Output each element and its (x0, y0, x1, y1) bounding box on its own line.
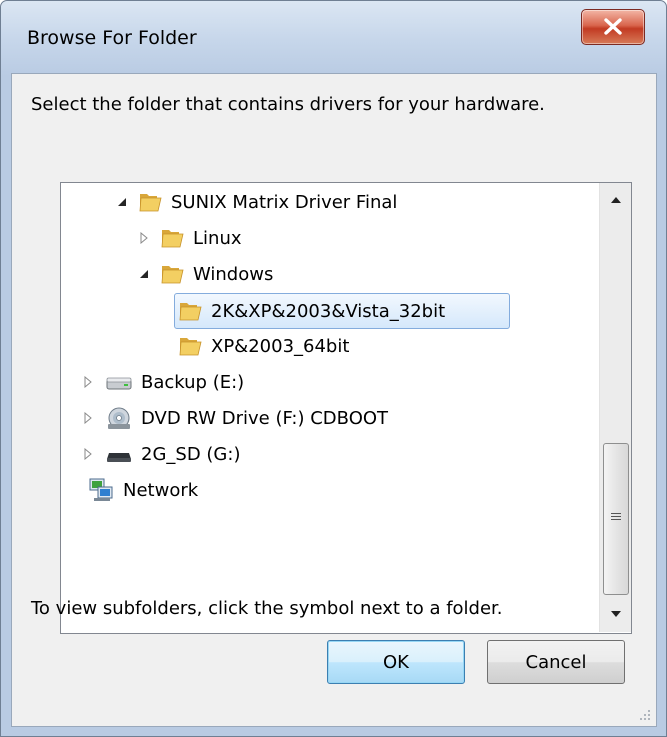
folder-icon (139, 194, 162, 212)
tree-item-linux[interactable]: Linux (137, 221, 242, 255)
tree-item-label: Backup (E:) (141, 371, 245, 393)
tree-item-label: Network (123, 479, 199, 501)
tree-item-label: Linux (193, 227, 242, 249)
folder-icon (161, 230, 184, 248)
folder-icon (161, 266, 184, 284)
close-icon (604, 18, 622, 35)
dvd-drive-icon (108, 407, 130, 429)
scroll-thumb[interactable] (603, 443, 629, 595)
collapsed-arrow-icon[interactable] (81, 375, 95, 389)
vertical-scrollbar[interactable] (599, 183, 631, 632)
tree-item-2g-sd-g[interactable]: 2G_SD (G:) (81, 437, 240, 471)
tree-item-xp-2003-64bit[interactable]: XP&2003_64bit (179, 329, 349, 363)
title-bar[interactable]: Browse For Folder (1, 1, 666, 79)
tree-item-dvd-rw-drive-f[interactable]: DVD RW Drive (F:) CDBOOT (81, 401, 388, 435)
tree-item-label: XP&2003_64bit (211, 335, 350, 357)
expanded-arrow-icon[interactable] (115, 195, 129, 209)
tree-item-windows[interactable]: Windows (137, 257, 273, 291)
expanded-arrow-icon[interactable] (137, 267, 151, 281)
tree-item-label: 2K&XP&2003&Vista_32bit (211, 300, 446, 322)
scroll-down-button[interactable] (600, 597, 631, 631)
grip-line (611, 519, 621, 520)
tree-item-label: SUNIX Matrix Driver Final (171, 191, 398, 213)
tree-item-sunix-matrix-driver-final[interactable]: SUNIX Matrix Driver Final (115, 185, 397, 219)
folder-icon (179, 303, 202, 321)
arrow-down-icon (610, 611, 621, 617)
grip-line (611, 516, 621, 517)
tree-item-label: Windows (193, 263, 274, 285)
tree-item-2k-xp-2003-vista-32bit[interactable]: 2K&XP&2003&Vista_32bit (174, 293, 510, 329)
hard-drive-icon (106, 377, 132, 390)
scroll-up-button[interactable] (600, 183, 631, 217)
instruction-text: Select the folder that contains drivers … (31, 94, 545, 115)
folder-icon (179, 338, 202, 356)
tree-item-backup-e[interactable]: Backup (E:) (81, 365, 244, 399)
collapsed-arrow-icon[interactable] (81, 411, 95, 425)
close-button[interactable] (581, 9, 645, 45)
dialog-content: Select the folder that contains drivers … (11, 73, 657, 727)
tree-item-network[interactable]: Network (87, 473, 198, 507)
grip-line (611, 513, 621, 514)
ok-button[interactable]: OK (327, 640, 465, 684)
collapsed-arrow-icon[interactable] (81, 447, 95, 461)
tree-item-label: 2G_SD (G:) (141, 443, 241, 465)
collapsed-arrow-icon[interactable] (137, 231, 151, 245)
network-icon (89, 478, 113, 501)
tree-item-label: DVD RW Drive (F:) CDBOOT (141, 407, 389, 429)
removable-drive-icon (107, 453, 131, 462)
cancel-button[interactable]: Cancel (487, 640, 625, 684)
folder-tree[interactable]: SUNIX Matrix Driver Final Linux Windows … (60, 182, 632, 634)
browse-for-folder-dialog: Browse For Folder Select the folder that… (0, 0, 667, 737)
window-title: Browse For Folder (27, 27, 197, 49)
hint-text: To view subfolders, click the symbol nex… (31, 598, 503, 619)
arrow-up-icon (610, 197, 621, 203)
resize-grip-icon[interactable] (638, 708, 652, 722)
